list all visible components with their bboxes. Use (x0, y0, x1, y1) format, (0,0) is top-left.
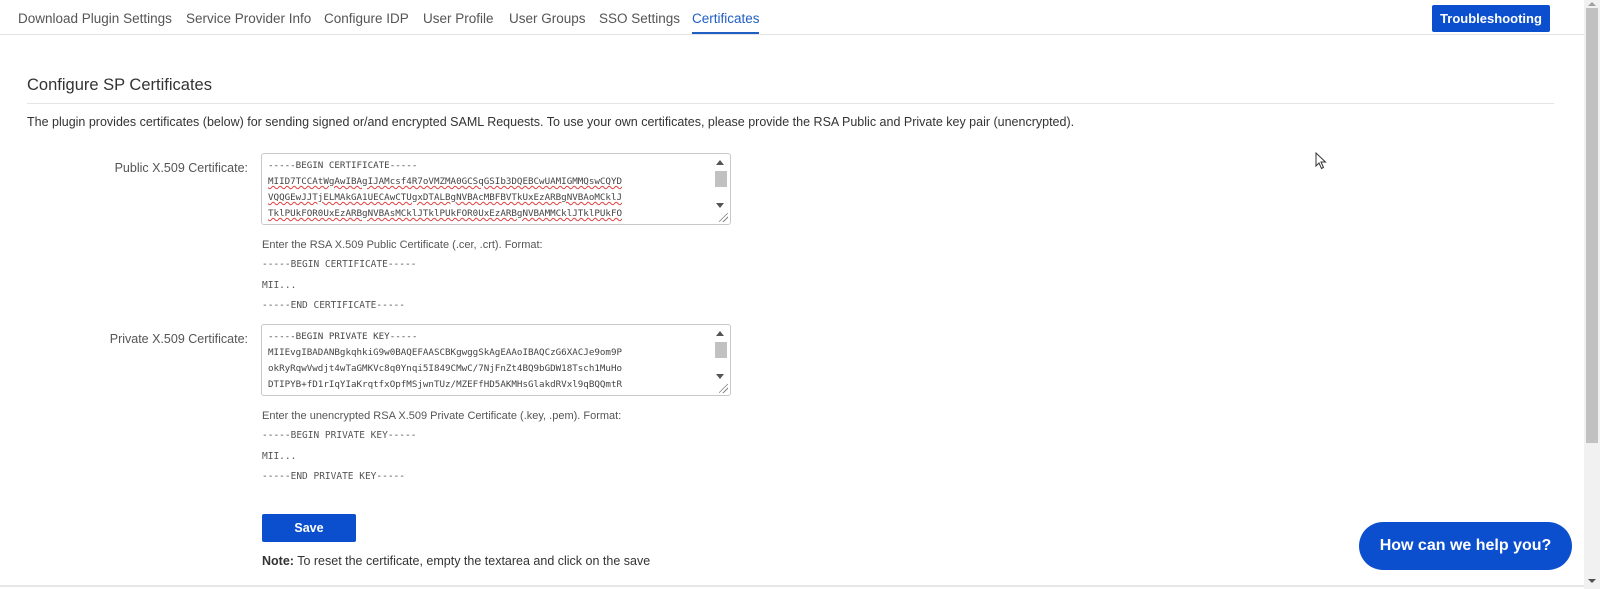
scroll-up-icon[interactable] (716, 160, 724, 165)
public-cert-scrollbar[interactable] (714, 156, 728, 210)
public-cert-content: -----BEGIN CERTIFICATE----- MIID7TCCAtWgA… (268, 160, 623, 219)
resize-handle-icon[interactable] (719, 213, 728, 222)
scroll-down-icon[interactable] (716, 374, 724, 379)
resize-handle-icon[interactable] (719, 384, 728, 393)
page-scroll-thumb[interactable] (1586, 8, 1598, 443)
public-cert-label: Public X.509 Certificate: (114, 161, 248, 175)
save-button[interactable]: Save (262, 514, 356, 542)
tab-certificates[interactable]: Certificates (692, 11, 760, 26)
bottom-divider (0, 585, 1584, 587)
tab-sso-settings[interactable]: SSO Settings (599, 11, 680, 26)
troubleshooting-button[interactable]: Troubleshooting (1432, 5, 1550, 32)
scroll-up-icon[interactable] (716, 331, 724, 336)
mouse-pointer-icon (1315, 152, 1327, 170)
public-cert-format-end: -----END CERTIFICATE----- (262, 300, 405, 311)
help-chat-button[interactable]: How can we help you? (1359, 522, 1572, 570)
tab-download-plugin-settings[interactable]: Download Plugin Settings (18, 11, 172, 26)
page-scroll-up-icon[interactable] (1588, 2, 1596, 6)
scroll-thumb[interactable] (715, 171, 727, 187)
private-cert-scrollbar[interactable] (714, 327, 728, 381)
private-cert-hint: Enter the unencrypted RSA X.509 Private … (262, 410, 622, 422)
public-cert-textarea[interactable]: -----BEGIN CERTIFICATE----- MIID7TCCAtWgA… (261, 153, 731, 225)
scroll-thumb[interactable] (715, 342, 727, 358)
page-scroll-down-icon[interactable] (1588, 579, 1596, 583)
tab-configure-idp[interactable]: Configure IDP (324, 11, 409, 26)
scroll-down-icon[interactable] (716, 203, 724, 208)
note-label: Note: (262, 554, 294, 568)
public-cert-format-body: MII... (262, 280, 297, 291)
active-tab-indicator (692, 32, 759, 34)
private-cert-format-end: -----END PRIVATE KEY----- (262, 471, 405, 482)
note-text: To reset the certificate, empty the text… (293, 554, 651, 568)
private-cert-textarea[interactable]: -----BEGIN PRIVATE KEY----- MIIEvgIBADANB… (261, 324, 731, 396)
page-scrollbar[interactable] (1584, 0, 1600, 589)
section-title: Configure SP Certificates (27, 76, 212, 94)
private-cert-format-body: MII... (262, 451, 297, 462)
top-nav: Download Plugin Settings Service Provide… (0, 0, 1584, 35)
tab-service-provider-info[interactable]: Service Provider Info (186, 11, 311, 26)
page: Download Plugin Settings Service Provide… (0, 0, 1600, 589)
section-divider (27, 103, 1554, 104)
section-description: The plugin provides certificates (below)… (27, 115, 1075, 129)
private-cert-format-begin: -----BEGIN PRIVATE KEY----- (262, 430, 417, 441)
reset-note: Note: To reset the certificate, empty th… (262, 554, 650, 568)
private-cert-content: -----BEGIN PRIVATE KEY----- MIIEvgIBADANB… (268, 331, 623, 390)
private-cert-label: Private X.509 Certificate: (109, 332, 248, 346)
tab-user-groups[interactable]: User Groups (509, 11, 586, 26)
public-cert-format-begin: -----BEGIN CERTIFICATE----- (262, 259, 417, 270)
public-cert-hint: Enter the RSA X.509 Public Certificate (… (262, 239, 543, 251)
tab-user-profile[interactable]: User Profile (423, 11, 494, 26)
